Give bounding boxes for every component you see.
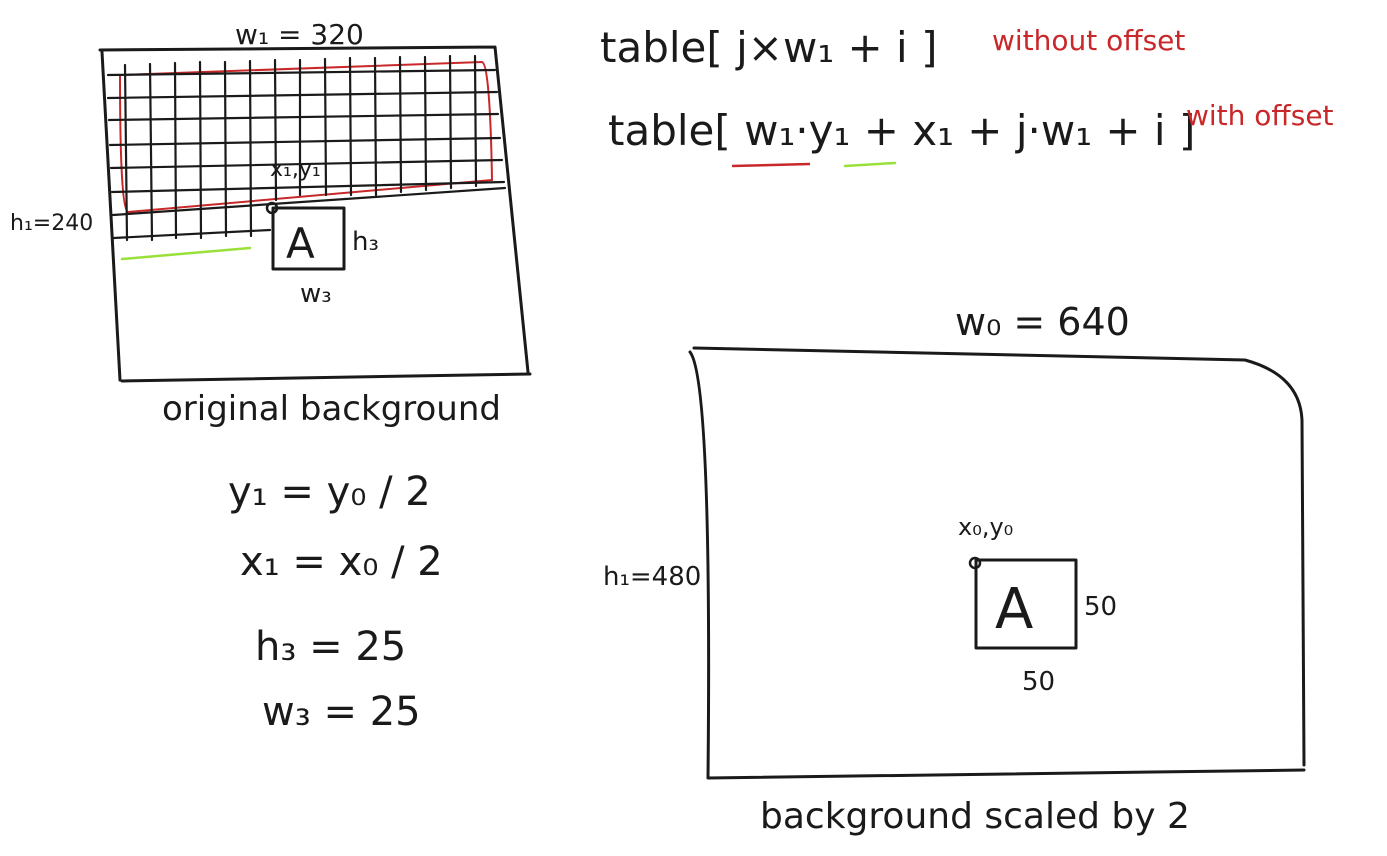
green-offset-line-left: [120, 246, 252, 261]
sprite-letter-large: A: [995, 577, 1033, 642]
formula-without-offset: table[ j×w₁ + i ]: [600, 23, 937, 72]
scaled-width-label: w₀ = 640: [955, 300, 1130, 344]
original-background-diagram: w₁ = 320 h₁=240 x₁,y₁ A h₃ w₃ original b…: [10, 18, 532, 429]
sprite-width-label-large: 50: [1022, 667, 1055, 697]
note-without-offset: without offset: [992, 24, 1185, 57]
pixel-grid: [106, 54, 507, 242]
sprite-height-label-large: 50: [1084, 592, 1117, 622]
original-height-label: h₁=240: [10, 211, 93, 236]
green-underline-x1: [843, 161, 897, 168]
red-underline-w1y1: [731, 162, 811, 168]
scaled-caption: background scaled by 2: [760, 796, 1190, 837]
equation-h3: h₃ = 25: [255, 624, 406, 670]
point-x0y0-label: x₀,y₀: [958, 513, 1013, 541]
whiteboard-canvas: w₁ = 320 h₁=240 x₁,y₁ A h₃ w₃ original b…: [0, 0, 1387, 856]
scaled-height-label: h₁=480: [603, 562, 701, 592]
scaled-frame: [688, 346, 1306, 780]
index-formulas: table[ j×w₁ + i ] without offset table[ …: [600, 23, 1334, 168]
equation-x1: x₁ = x₀ / 2: [240, 539, 443, 585]
sprite-height-label-small: h₃: [352, 227, 379, 257]
equations: y₁ = y₀ / 2 x₁ = x₀ / 2 h₃ = 25 w₃ = 25: [228, 469, 443, 735]
note-with-offset: with offset: [1186, 99, 1334, 132]
sprite-width-label-small: w₃: [300, 279, 332, 309]
sketch: w₁ = 320 h₁=240 x₁,y₁ A h₃ w₃ original b…: [10, 18, 1334, 837]
scaled-background-diagram: w₀ = 640 h₁=480 x₀,y₀ A 50 50 background…: [603, 300, 1306, 837]
equation-y1: y₁ = y₀ / 2: [228, 469, 431, 515]
formula-with-offset: table[ w₁·y₁ + x₁ + j·w₁ + i ]: [608, 106, 1195, 155]
original-caption: original background: [162, 389, 501, 429]
original-width-label: w₁ = 320: [235, 18, 364, 51]
point-x1y1-label: x₁,y₁: [270, 157, 321, 182]
equation-w3: w₃ = 25: [262, 689, 421, 735]
sprite-letter-small: A: [286, 219, 315, 268]
